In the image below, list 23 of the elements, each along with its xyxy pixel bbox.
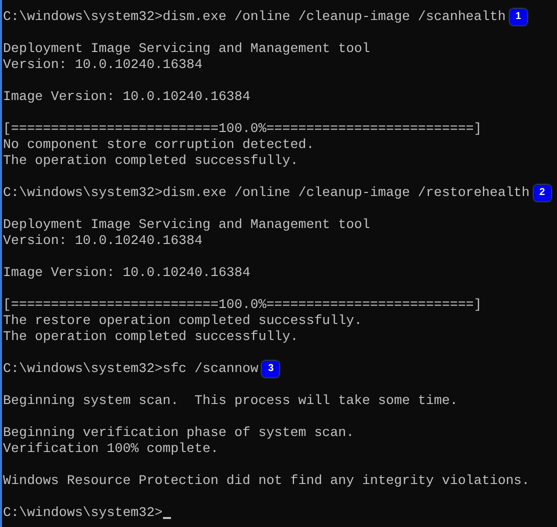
output-line: Beginning system scan. This process will take some time. xyxy=(3,393,458,409)
command-line: C:\windows\system32>dism.exe /online /cleanup-image /scanhealth xyxy=(3,9,506,25)
step-badge: 1 xyxy=(510,9,527,25)
output-line: Verification 100% complete. xyxy=(3,441,218,457)
output-line: Version: 10.0.10240.16384 xyxy=(3,233,202,249)
output-line: No component store corruption detected. xyxy=(3,137,314,153)
output-line: The restore operation completed successfully. xyxy=(3,313,362,329)
command-line: C:\windows\system32>sfc /scannow xyxy=(3,361,258,377)
output-line: Version: 10.0.10240.16384 xyxy=(3,57,202,73)
output-line: Beginning verification phase of system scan. xyxy=(3,425,354,441)
output-line: The operation completed successfully. xyxy=(3,153,298,169)
output-line: The operation completed successfully. xyxy=(3,329,298,345)
command-line: C:\windows\system32>dism.exe /online /cleanup-image /restorehealth xyxy=(3,185,530,201)
output-line: [==========================100.0%==========================] xyxy=(3,121,482,137)
output-line: Windows Resource Protection did not find any integrity violations. xyxy=(3,473,530,489)
output-line: Deployment Image Servicing and Management tool xyxy=(3,217,370,233)
output-line: [==========================100.0%==========================] xyxy=(3,297,482,313)
command-line: C:\windows\system32> xyxy=(3,505,163,521)
output-line: Image Version: 10.0.10240.16384 xyxy=(3,89,250,105)
output-line: Image Version: 10.0.10240.16384 xyxy=(3,265,250,281)
output-line: Deployment Image Servicing and Management tool xyxy=(3,41,370,57)
step-badge: 3 xyxy=(262,361,280,377)
step-badge: 2 xyxy=(534,185,551,201)
